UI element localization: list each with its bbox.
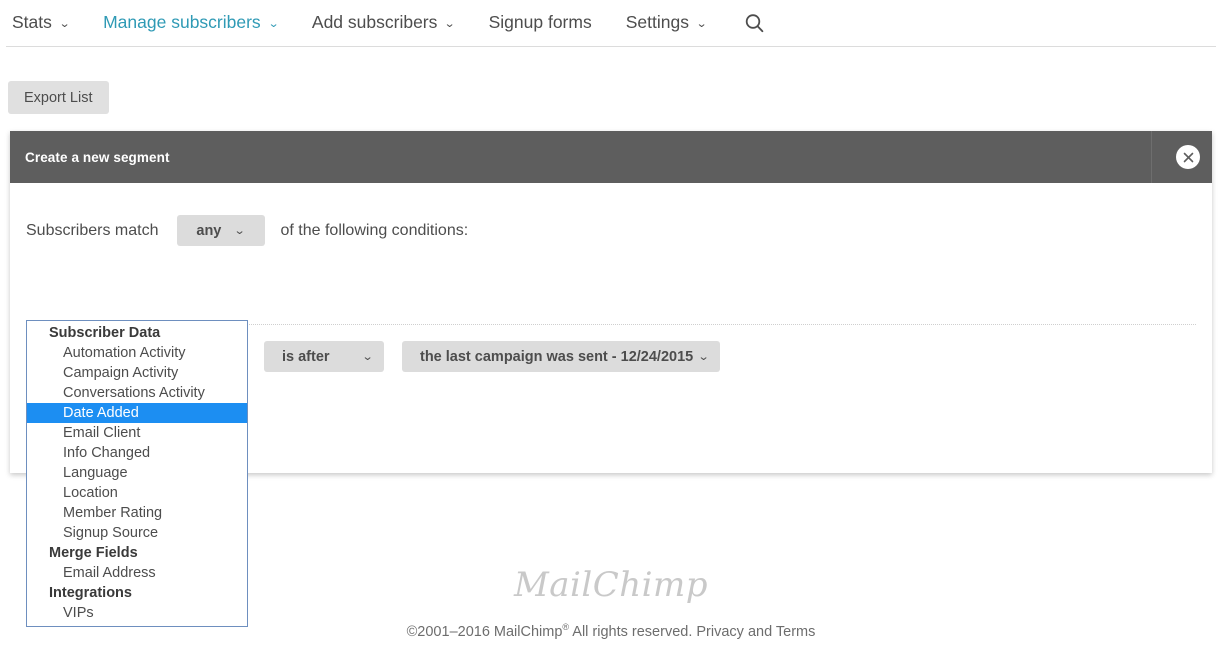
nav-item-label: Stats (12, 12, 52, 33)
nav-item-manage-subscribers[interactable]: Manage subscribers ⌄ (103, 12, 280, 33)
search-icon (745, 13, 764, 32)
nav-item-label: Signup forms (488, 12, 592, 33)
dropdown-option-location[interactable]: Location (27, 483, 247, 503)
dropdown-group-label: Merge Fields (49, 545, 138, 561)
condition-operator-select[interactable]: is after ⌄ (264, 341, 384, 372)
dropdown-option-date-added[interactable]: Date Added (27, 403, 247, 423)
export-list-button[interactable]: Export List (8, 81, 109, 114)
match-row: Subscribers match any ⌄ of the following… (26, 215, 468, 246)
match-type-value: any (196, 222, 222, 239)
dropdown-option-campaign-activity[interactable]: Campaign Activity (27, 363, 247, 383)
condition-field-dropdown-list[interactable]: Subscriber Data Automation Activity Camp… (26, 320, 248, 627)
dropdown-option-vips[interactable]: VIPs (27, 603, 247, 623)
close-icon (1183, 152, 1193, 162)
nav-item-stats[interactable]: Stats ⌄ (12, 12, 71, 33)
dropdown-option-member-rating[interactable]: Member Rating (27, 503, 247, 523)
match-type-select[interactable]: any ⌄ (176, 215, 265, 246)
nav-item-label: Manage subscribers (103, 12, 261, 33)
nav-item-label: Settings (625, 12, 689, 33)
nav-item-signup-forms[interactable]: Signup forms (489, 14, 592, 32)
match-prefix-label: Subscribers match (26, 221, 159, 239)
chevron-down-icon: ⌄ (361, 351, 374, 363)
chevron-down-icon: ⌄ (267, 18, 280, 31)
page-root: Stats ⌄ Manage subscribers ⌄ Add subscri… (0, 0, 1222, 656)
search-button[interactable] (744, 13, 765, 34)
chevron-down-icon: ⌄ (697, 351, 710, 363)
dropdown-option-conversations-activity[interactable]: Conversations Activity (27, 383, 247, 403)
nav-item-label: Add subscribers (311, 12, 438, 33)
dropdown-option-automation-activity[interactable]: Automation Activity (27, 343, 247, 363)
header-divider (1151, 131, 1152, 183)
modal-header: Create a new segment (10, 131, 1212, 183)
dropdown-option-signup-source[interactable]: Signup Source (27, 523, 247, 543)
condition-value-value: the last campaign was sent - 12/24/2015 (420, 348, 694, 365)
condition-operator-value: is after (282, 348, 330, 365)
chevron-down-icon: ⌄ (58, 18, 71, 31)
chevron-down-icon: ⌄ (444, 18, 456, 31)
match-suffix-label: of the following conditions: (280, 221, 469, 239)
nav-item-add-subscribers[interactable]: Add subscribers ⌄ (311, 12, 456, 33)
nav-item-settings[interactable]: Settings ⌄ (625, 12, 708, 33)
dropdown-option-language[interactable]: Language (27, 463, 247, 483)
close-button[interactable] (1176, 145, 1200, 169)
dropdown-group-label: Integrations (49, 585, 132, 601)
dropdown-option-email-address[interactable]: Email Address (27, 563, 247, 583)
chevron-down-icon: ⌄ (234, 225, 246, 237)
copyright-prefix: ©2001–2016 MailChimp (406, 623, 563, 640)
privacy-and-terms-link[interactable]: Privacy and Terms (696, 624, 815, 640)
dropdown-group-label: Subscriber Data (49, 325, 161, 341)
toolbar: Export List (0, 47, 1222, 131)
main-navigation: Stats ⌄ Manage subscribers ⌄ Add subscri… (6, 0, 1216, 47)
condition-value-select[interactable]: the last campaign was sent - 12/24/2015 … (402, 341, 720, 372)
dropdown-option-email-client[interactable]: Email Client (27, 423, 247, 443)
dropdown-option-info-changed[interactable]: Info Changed (27, 443, 247, 463)
modal-title: Create a new segment (25, 149, 170, 165)
chevron-down-icon: ⌄ (695, 18, 708, 31)
copyright-middle: All rights reserved. (569, 623, 697, 640)
